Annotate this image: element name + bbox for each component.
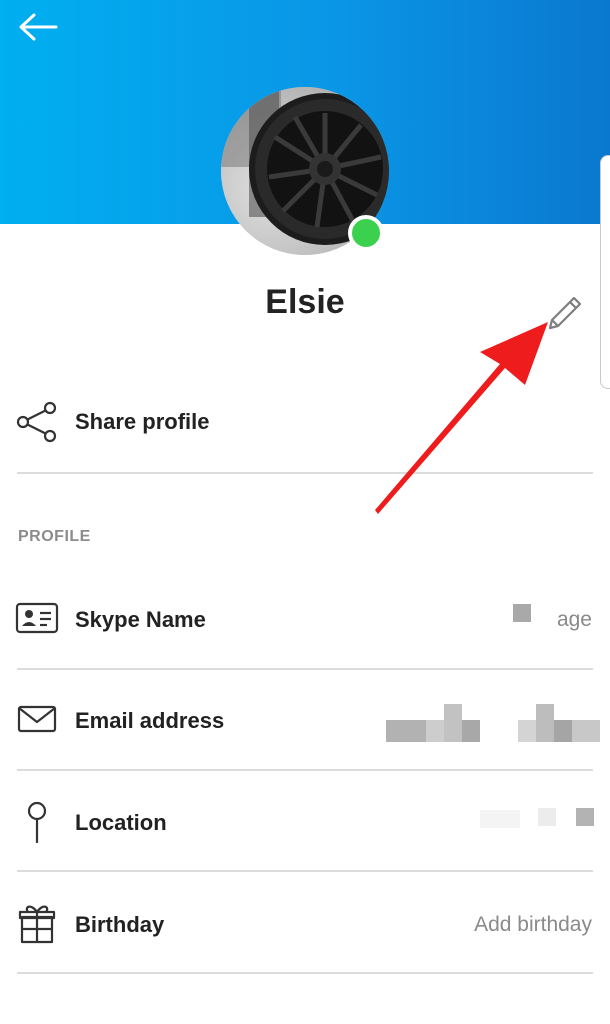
location-label: Location — [75, 810, 167, 835]
divider — [17, 769, 593, 771]
email-address-row[interactable]: Email address — [0, 670, 610, 770]
divider — [17, 870, 593, 872]
back-arrow-icon — [19, 13, 58, 41]
skype-name-row[interactable]: Skype Name age — [0, 568, 610, 668]
location-pin-icon — [27, 801, 47, 844]
edit-profile-button[interactable] — [542, 290, 588, 336]
id-card-icon — [15, 602, 59, 634]
divider — [17, 972, 593, 974]
share-profile-row[interactable]: Share profile — [0, 372, 610, 472]
envelope-icon — [17, 705, 57, 733]
skype-name-label: Skype Name — [75, 607, 206, 632]
redacted-block — [513, 604, 531, 622]
online-status-dot — [348, 215, 384, 251]
pencil-icon — [548, 296, 582, 330]
divider — [17, 472, 593, 474]
add-birthday-link[interactable]: Add birthday — [474, 913, 592, 937]
side-panel-handle[interactable] — [600, 155, 610, 389]
profile-section-header: PROFILE — [18, 528, 91, 545]
gift-icon — [18, 905, 56, 944]
birthday-label: Birthday — [75, 912, 165, 937]
profile-display-name: Elsie — [265, 283, 345, 321]
share-icon — [16, 401, 57, 443]
avatar-container — [221, 87, 389, 255]
share-profile-label: Share profile — [75, 409, 210, 434]
back-button[interactable] — [14, 8, 62, 48]
email-address-label: Email address — [75, 708, 225, 733]
location-row[interactable]: Location — [0, 772, 610, 872]
birthday-row[interactable]: Birthday Add birthday — [0, 873, 610, 973]
skype-name-value: age — [556, 608, 592, 631]
